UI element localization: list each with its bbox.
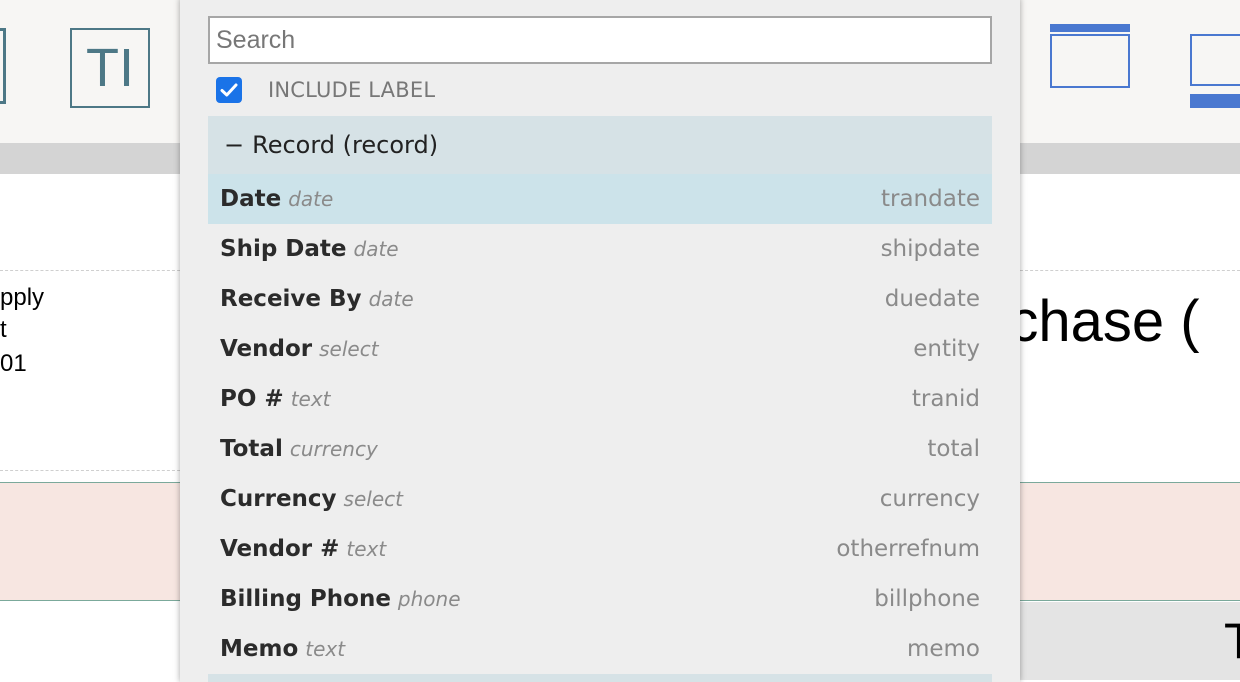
table-header-text: T bbox=[1224, 613, 1240, 669]
field-label-group: Ship Date date bbox=[220, 236, 399, 262]
field-picker-dropdown: INCLUDE LABEL − Record (record) Datedate… bbox=[180, 0, 1020, 682]
field-type: phone bbox=[397, 587, 461, 611]
checkmark-icon bbox=[220, 83, 238, 97]
field-option-total[interactable]: Total currency total bbox=[208, 424, 992, 474]
include-label-text: INCLUDE LABEL bbox=[268, 78, 436, 102]
section-divider bbox=[0, 470, 180, 471]
field-id: duedate bbox=[884, 286, 980, 312]
field-option-tranid[interactable]: PO # text tranid bbox=[208, 374, 992, 424]
field-id: otherrefnum bbox=[836, 536, 980, 562]
field-label: Vendor # bbox=[220, 536, 340, 562]
field-type: date bbox=[288, 187, 334, 211]
table-header-cell[interactable] bbox=[1020, 602, 1240, 680]
field-option-trandate[interactable]: Date date trandate bbox=[208, 174, 992, 224]
field-option-currency[interactable]: Currency select currency bbox=[208, 474, 992, 524]
field-id: total bbox=[927, 436, 980, 462]
field-id: currency bbox=[879, 486, 980, 512]
field-label-group: Currency select bbox=[220, 486, 403, 512]
address-line: pply bbox=[0, 284, 45, 311]
field-label: Receive By bbox=[220, 286, 362, 312]
field-type: text bbox=[290, 387, 331, 411]
field-label: Date bbox=[220, 186, 282, 212]
field-list: Date date trandate Ship Date date shipdate Rec… bbox=[208, 174, 992, 674]
field-type: currency bbox=[289, 437, 378, 461]
include-label-option[interactable]: INCLUDE LABEL bbox=[216, 76, 435, 104]
field-label-group: Vendor select bbox=[220, 336, 379, 362]
field-label: Memo bbox=[220, 636, 299, 662]
include-label-checkbox[interactable] bbox=[216, 77, 242, 103]
collapse-icon[interactable]: − bbox=[224, 131, 244, 159]
field-label-group: Vendor # text bbox=[220, 536, 386, 562]
field-id: tranid bbox=[911, 386, 980, 412]
field-option-otherrefnum[interactable]: Vendor # text otherrefnum bbox=[208, 524, 992, 574]
field-label-group: Date date bbox=[220, 186, 333, 212]
field-option-shipdate[interactable]: Ship Date date shipdate bbox=[208, 224, 992, 274]
field-option-billphone[interactable]: Billing Phone phone billphone bbox=[208, 574, 992, 624]
field-type: date bbox=[368, 287, 414, 311]
field-option-entity[interactable]: Vendor select entity bbox=[208, 324, 992, 374]
field-label: Ship Date bbox=[220, 236, 347, 262]
field-type: select bbox=[343, 487, 403, 511]
field-type: text bbox=[346, 537, 387, 561]
field-option-duedate[interactable]: Receive By date duedate bbox=[208, 274, 992, 324]
field-type: text bbox=[305, 637, 346, 661]
section-divider bbox=[0, 270, 180, 271]
field-option-memo[interactable]: Memo text memo bbox=[208, 624, 992, 674]
field-id: shipdate bbox=[880, 236, 980, 262]
record-group-header[interactable]: − Record (record) bbox=[208, 116, 992, 174]
field-type: date bbox=[353, 237, 399, 261]
field-id: entity bbox=[913, 336, 980, 362]
field-label-group: PO # text bbox=[220, 386, 331, 412]
next-group-header[interactable] bbox=[208, 674, 992, 682]
field-label-group: Total currency bbox=[220, 436, 378, 462]
section-divider bbox=[1020, 270, 1240, 271]
group-label: Record (record) bbox=[252, 131, 439, 159]
field-label-group: Receive By date bbox=[220, 286, 414, 312]
field-label-group: Billing Phone phone bbox=[220, 586, 461, 612]
header-layout-icon[interactable] bbox=[1050, 24, 1130, 88]
field-id: billphone bbox=[874, 586, 980, 612]
text-tool-icon[interactable]: TI bbox=[70, 28, 150, 108]
field-label: Billing Phone bbox=[220, 586, 391, 612]
field-label: Total bbox=[220, 436, 283, 462]
search-input[interactable] bbox=[208, 16, 992, 64]
field-id: memo bbox=[906, 636, 980, 662]
field-label-group: Memo text bbox=[220, 636, 345, 662]
address-line: t bbox=[0, 316, 7, 343]
field-id: trandate bbox=[880, 186, 980, 212]
address-line: 01 bbox=[0, 350, 27, 377]
document-title: rchase ( bbox=[990, 289, 1200, 354]
field-label: Currency bbox=[220, 486, 337, 512]
footer-layout-icon[interactable] bbox=[1190, 34, 1240, 108]
field-label: Vendor bbox=[220, 336, 313, 362]
field-label: PO # bbox=[220, 386, 284, 412]
image-tool-icon[interactable] bbox=[0, 28, 6, 104]
field-type: select bbox=[319, 337, 379, 361]
